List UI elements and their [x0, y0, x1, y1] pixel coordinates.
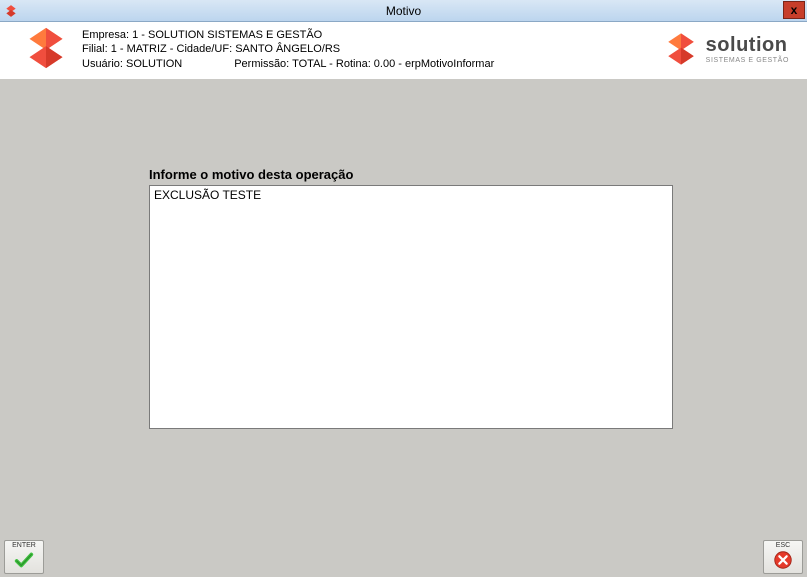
header-filial: Filial: 1 - MATRIZ - Cidade/UF: SANTO ÂN… [82, 42, 650, 56]
header-empresa: Empresa: 1 - SOLUTION SISTEMAS E GESTÃO [82, 28, 650, 42]
header-usuario: Usuário: SOLUTION [82, 58, 182, 70]
cancel-icon [772, 549, 794, 571]
enter-button-label: ENTER [12, 542, 36, 549]
company-logo-icon [24, 26, 68, 70]
content-area: Informe o motivo desta operação [0, 79, 807, 538]
esc-button-label: ESC [776, 542, 790, 549]
header-info: Empresa: 1 - SOLUTION SISTEMAS E GESTÃO … [82, 26, 650, 71]
brand-name: solution [706, 35, 789, 55]
header-band: Empresa: 1 - SOLUTION SISTEMAS E GESTÃO … [0, 22, 807, 79]
header-permissao: Permissão: TOTAL - Rotina: 0.00 - erpMot… [234, 58, 494, 70]
footer-bar: ENTER ESC [0, 538, 807, 577]
esc-button[interactable]: ESC [763, 540, 803, 574]
brand-mark-icon [664, 32, 698, 66]
check-icon [13, 549, 35, 571]
window-title: Motivo [386, 4, 421, 18]
enter-button[interactable]: ENTER [4, 540, 44, 574]
app-icon [4, 4, 18, 18]
titlebar: Motivo x [0, 0, 807, 22]
brand-logo: solution SISTEMAS E GESTÃO [664, 26, 789, 66]
close-icon: x [791, 3, 798, 17]
close-button[interactable]: x [783, 1, 805, 19]
reason-textarea[interactable] [149, 185, 673, 429]
brand-tagline: SISTEMAS E GESTÃO [706, 57, 789, 64]
reason-prompt-label: Informe o motivo desta operação [149, 167, 353, 182]
